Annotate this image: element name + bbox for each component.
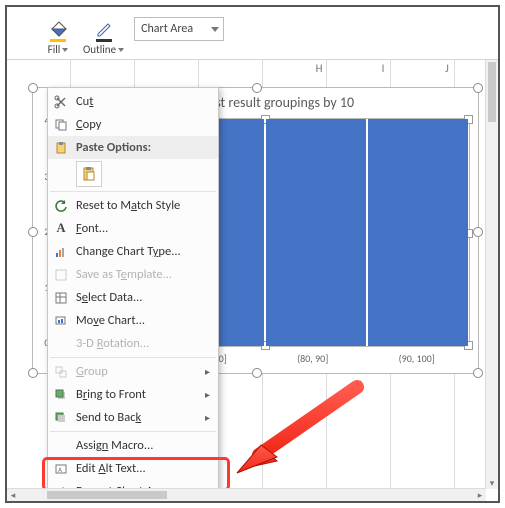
scrollbar-thumb[interactable] — [488, 62, 496, 122]
menu-label: Assign Macro... — [76, 438, 153, 453]
menu-label: Save as Template... — [76, 267, 172, 282]
menu-edit-alt-text[interactable]: A Edit Alt Text... — [48, 457, 218, 480]
bring-front-icon — [52, 388, 70, 402]
scroll-left-button[interactable]: ◂ — [7, 489, 19, 501]
menu-label: Reset to Match Style — [76, 198, 180, 213]
paint-bucket-icon — [47, 17, 69, 43]
copy-icon — [52, 118, 70, 132]
menu-change-chart-type[interactable]: Change Chart Type... — [48, 240, 218, 263]
menu-select-data[interactable]: Select Data... — [48, 286, 218, 309]
menu-label: Paste Options: — [76, 140, 151, 155]
context-menu: Cut Copy Paste Options: Reset to Match S… — [47, 87, 219, 503]
group-icon — [52, 365, 70, 379]
reset-icon — [52, 199, 70, 213]
menu-cut[interactable]: Cut — [48, 90, 218, 113]
menu-reset-style[interactable]: Reset to Match Style — [48, 194, 218, 217]
menu-label: Group — [76, 364, 108, 379]
scroll-right-button[interactable]: ▸ — [474, 489, 486, 501]
resize-handle[interactable] — [473, 83, 483, 93]
menu-label: Bring to Front — [76, 387, 146, 402]
outline-pen-icon — [93, 17, 115, 43]
move-chart-icon — [52, 314, 70, 328]
menu-label: Font... — [76, 221, 108, 236]
menu-group: Group — [48, 360, 218, 383]
menu-label: Select Data... — [76, 290, 142, 305]
chevron-down-icon — [62, 48, 68, 52]
vertical-scrollbar[interactable]: ▴ ▾ — [485, 60, 498, 489]
resize-handle[interactable] — [28, 368, 38, 378]
paste-options-row — [48, 159, 218, 189]
outline-label: Outline — [83, 43, 116, 57]
send-back-icon — [52, 411, 70, 425]
font-icon: A — [52, 221, 70, 236]
menu-label: Copy — [76, 117, 101, 132]
chart-element-selector[interactable]: Chart Area — [134, 17, 224, 41]
resize-handle[interactable] — [252, 368, 262, 378]
menu-label: Send to Back — [76, 410, 141, 425]
resize-handle[interactable] — [28, 83, 38, 93]
menu-assign-macro[interactable]: Assign Macro... — [48, 434, 218, 457]
paste-icon — [52, 141, 70, 155]
menu-paste-options-heading: Paste Options: — [48, 136, 218, 159]
alt-text-icon: A — [52, 462, 70, 476]
menu-send-to-back[interactable]: Send to Back — [48, 406, 218, 429]
menu-copy[interactable]: Copy — [48, 113, 218, 136]
select-data-icon — [52, 291, 70, 305]
save-template-icon — [52, 268, 70, 282]
scroll-down-button[interactable]: ▾ — [486, 477, 498, 489]
bar[interactable] — [368, 119, 468, 346]
clipboard-icon — [81, 166, 97, 182]
paste-option-button[interactable] — [76, 161, 102, 187]
menu-move-chart[interactable]: Move Chart... — [48, 309, 218, 332]
chevron-down-icon — [118, 48, 124, 52]
shape-fill-button[interactable]: Fill — [37, 7, 79, 57]
bar[interactable] — [266, 119, 366, 346]
menu-bring-to-front[interactable]: Bring to Front — [48, 383, 218, 406]
shape-outline-button[interactable]: Outline — [79, 7, 128, 57]
menu-label: Move Chart... — [76, 313, 145, 328]
chart-element-selector-text: Chart Area — [141, 22, 193, 36]
resize-handle[interactable] — [473, 368, 483, 378]
cut-icon — [52, 95, 70, 109]
menu-label: Edit Alt Text... — [76, 461, 146, 476]
menu-save-template: Save as Template... — [48, 263, 218, 286]
chart-type-icon — [52, 245, 70, 259]
format-toolbar: Fill Outline Chart Area — [7, 7, 498, 60]
fill-label: Fill — [48, 43, 61, 57]
horizontal-scrollbar[interactable]: ◂ ▸ — [7, 488, 486, 501]
chevron-down-icon — [211, 22, 219, 36]
scrollbar-thumb[interactable] — [47, 491, 167, 499]
menu-label: 3-D Rotation... — [76, 336, 149, 351]
resize-handle[interactable] — [473, 227, 483, 237]
menu-3d-rotation: 3-D Rotation... — [48, 332, 218, 355]
menu-label: Cut — [76, 94, 93, 109]
resize-handle[interactable] — [252, 83, 262, 93]
menu-font[interactable]: A Font... — [48, 217, 218, 240]
menu-label: Change Chart Type... — [76, 244, 181, 259]
